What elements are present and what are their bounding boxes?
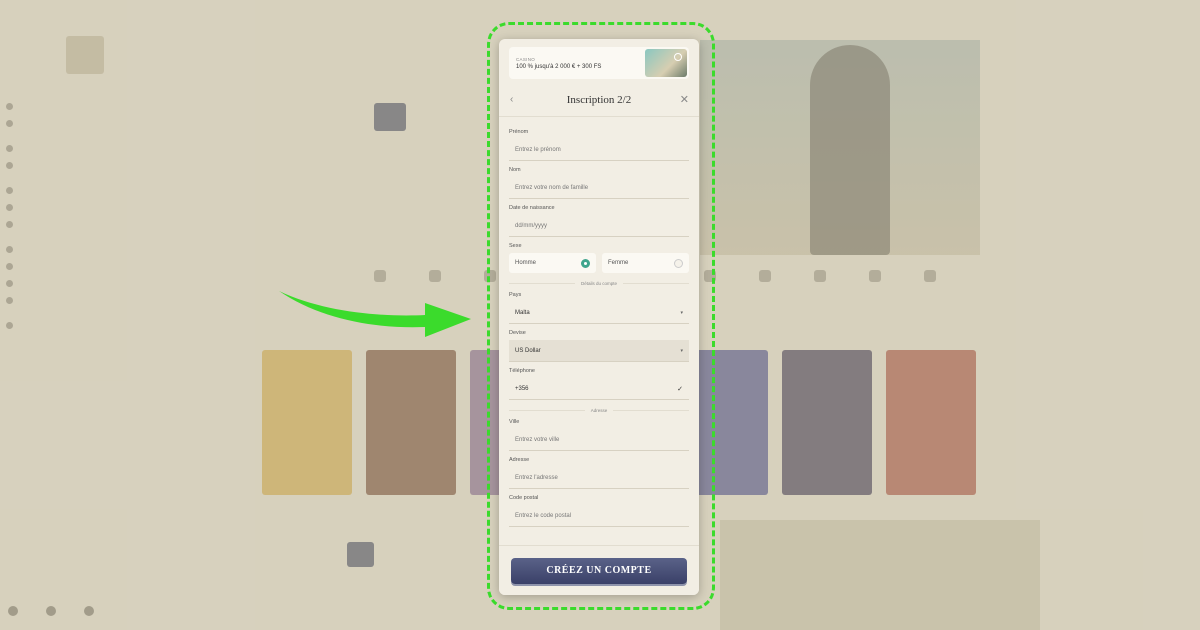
chevron-left-icon[interactable]: ‹ (510, 94, 513, 105)
adresse-field[interactable]: Entrez l'adresse (509, 467, 689, 489)
bonus-banner: CASINO 100 % jusqu'à 2 000 € + 300 FS (509, 47, 689, 79)
ville-label: Ville (509, 419, 520, 425)
registration-modal: CASINO 100 % jusqu'à 2 000 € + 300 FS ‹ … (499, 39, 699, 595)
modal-header: ‹ Inscription 2/2 ✕ (499, 83, 699, 117)
green-arrow-icon (279, 291, 471, 337)
registration-form: Prénom Entrez le prénom Nom Entrez votre… (499, 117, 699, 527)
ville-field[interactable]: Entrez votre ville (509, 429, 689, 451)
modal-title: Inscription 2/2 (566, 93, 632, 106)
telephone-value: +356 (515, 385, 529, 392)
gender-option-label: Homme (515, 260, 537, 266)
radio-checked-icon[interactable] (581, 258, 590, 268)
devise-label: Devise (509, 330, 526, 336)
pays-label: Pays (509, 292, 522, 298)
prenom-field[interactable]: Entrez le prénom (509, 139, 689, 161)
devise-select[interactable]: US Dollar ▾ (509, 340, 689, 362)
pays-value: Malta (515, 309, 530, 316)
gender-options: Homme Femme (509, 253, 689, 273)
adresse-label: Adresse (509, 457, 530, 463)
dob-label: Date de naissance (509, 205, 555, 211)
telephone-field[interactable]: +356 ✓ (509, 378, 689, 400)
chevron-down-icon: ▾ (680, 309, 683, 316)
gender-option-femme[interactable]: Femme (602, 253, 689, 273)
chevron-down-icon: ▾ (680, 347, 683, 354)
bonus-banner-label: CASINO (516, 56, 536, 62)
sexe-label: Sexe (509, 243, 522, 249)
prenom-label: Prénom (509, 129, 529, 135)
gender-option-homme[interactable]: Homme (509, 253, 596, 273)
nom-label: Nom (509, 167, 521, 173)
create-account-button[interactable]: CRÉEZ UN COMPTE (511, 557, 687, 584)
section-divider-account: Détails du compte (509, 281, 689, 286)
close-icon[interactable]: ✕ (680, 93, 689, 106)
bonus-banner-text: 100 % jusqu'à 2 000 € + 300 FS (516, 63, 602, 70)
telephone-label: Téléphone (509, 368, 535, 374)
gender-option-label: Femme (608, 260, 629, 266)
pays-select[interactable]: Malta ▾ (509, 302, 689, 324)
code-postal-field[interactable]: Entrez le code postal (509, 505, 689, 527)
bonus-badge-icon (674, 53, 682, 61)
check-icon: ✓ (677, 385, 683, 393)
dob-field[interactable]: dd/mm/yyyy (509, 215, 689, 237)
nom-field[interactable]: Entrez votre nom de famille (509, 177, 689, 199)
bonus-image (645, 49, 687, 77)
section-divider-address: Adresse (509, 408, 689, 413)
radio-unchecked-icon[interactable] (674, 258, 683, 268)
code-postal-label: Code postal (509, 495, 539, 501)
devise-value: US Dollar (515, 347, 541, 354)
submit-area: CRÉEZ UN COMPTE (499, 545, 699, 595)
